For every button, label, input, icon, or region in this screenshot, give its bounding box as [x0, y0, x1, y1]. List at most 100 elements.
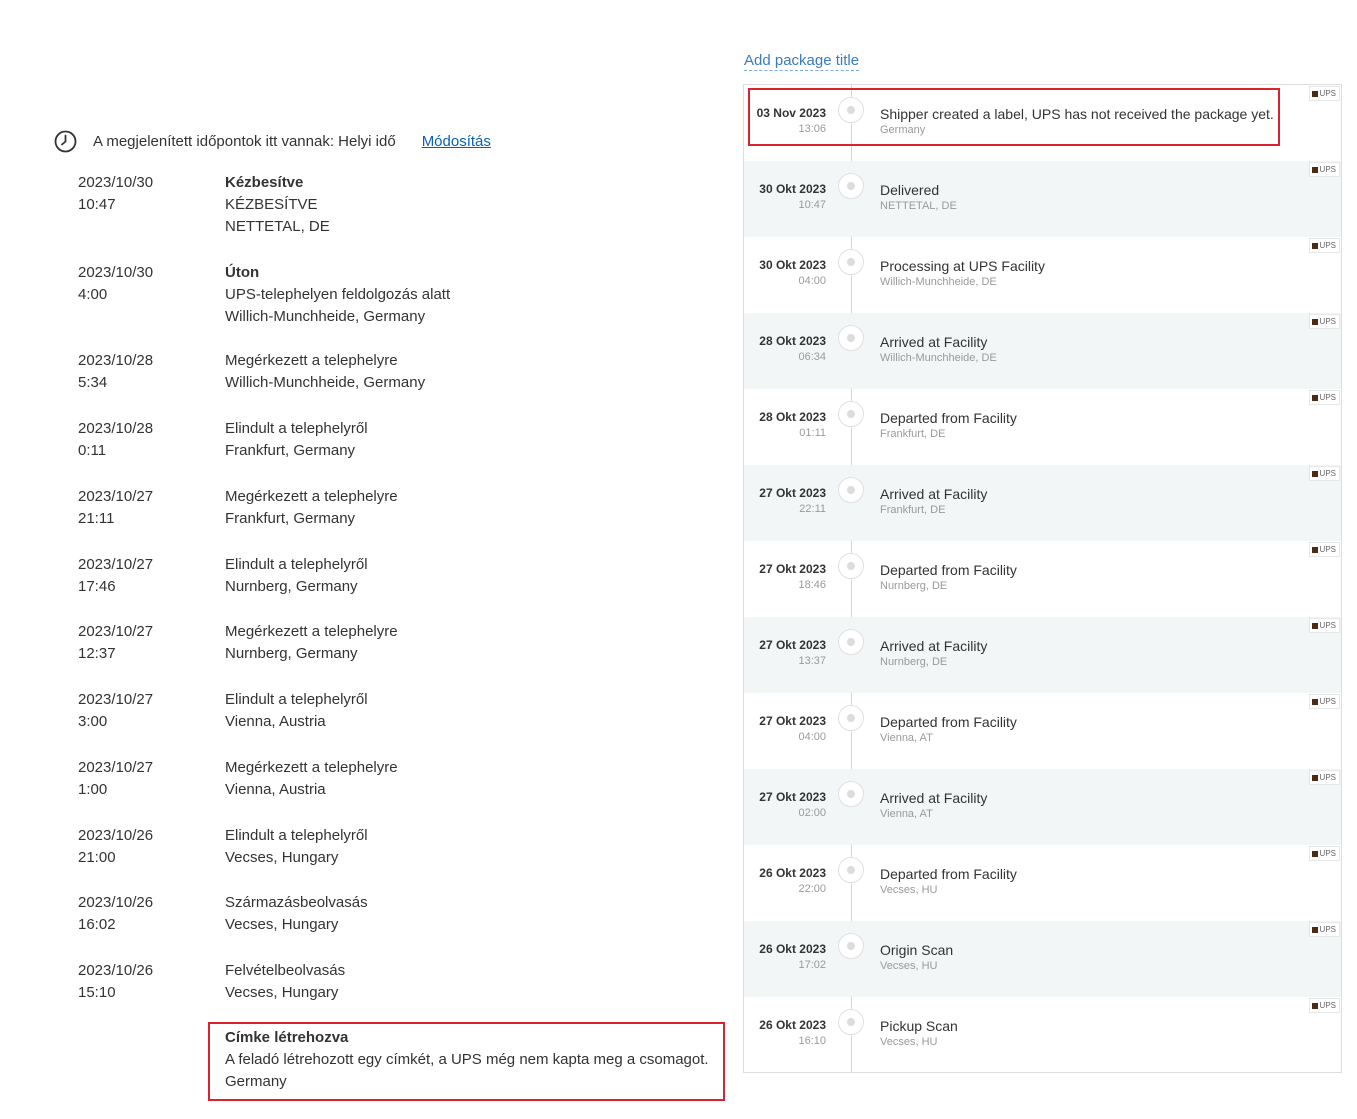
history-time: 21:11 — [78, 510, 115, 527]
event-date: 26 Okt 2023 — [759, 1018, 826, 1032]
timeline-event: 30 Okt 2023 10:47 Delivered NETTETAL, DE UPS — [744, 161, 1341, 237]
history-line2: Vecses, Hungary — [225, 849, 339, 866]
event-status: Departed from Facility — [880, 562, 1017, 578]
history-datetime: 2023/10/28 0:11 — [78, 418, 218, 462]
history-time: 5:34 — [78, 374, 108, 391]
history-line2: Nurnberg, Germany — [225, 578, 358, 595]
timezone-change-link[interactable]: Módosítás — [422, 133, 491, 150]
event-status: Arrived at Facility — [880, 790, 988, 806]
event-date: 27 Okt 2023 — [759, 790, 826, 804]
history-datetime: 2023/10/27 3:00 — [78, 689, 218, 733]
carrier-badge-label: UPS — [1319, 1001, 1336, 1010]
history-description: Megérkezett a telephelyre Frankfurt, Germ… — [225, 486, 725, 530]
history-description: Elindult a telephelyről Vienna, Austria — [225, 689, 725, 733]
timeline-dot-icon — [838, 933, 864, 959]
history-datetime: 2023/10/26 21:00 — [78, 825, 218, 869]
history-datetime: 2023/10/26 15:10 — [78, 960, 218, 1004]
history-line1: Elindult a telephelyről — [225, 420, 368, 437]
ups-tracking-history-panel: A megjelenített időpontok itt vannak: He… — [0, 0, 740, 1119]
history-date: 2023/10/26 — [78, 962, 154, 979]
event-time: 17:02 — [798, 959, 826, 971]
timezone-text: A megjelenített időpontok itt vannak: He… — [93, 132, 396, 150]
timeline-event: 28 Okt 2023 06:34 Arrived at Facility Willi… — [744, 313, 1341, 389]
ups-logo-icon — [1311, 166, 1318, 173]
event-date: 26 Okt 2023 — [759, 866, 826, 880]
history-line1: Megérkezett a telephelyre — [225, 488, 398, 505]
history-description: Elindult a telephelyről Nurnberg, Germany — [225, 554, 725, 598]
history-description: Megérkezett a telephelyre Vienna, Austria — [225, 757, 725, 801]
history-description: Kézbesítve KÉZBESÍTVE NETTETAL, DE — [225, 172, 725, 238]
history-date: 2023/10/27 — [78, 759, 154, 776]
history-line1: Úton — [225, 264, 260, 281]
history-date: 2023/10/27 — [78, 691, 154, 708]
event-time: 04:00 — [798, 731, 826, 743]
timeline-dot-icon — [838, 857, 864, 883]
history-line1: Elindult a telephelyről — [225, 827, 368, 844]
event-location: Frankfurt, DE — [880, 504, 946, 516]
carrier-badge: UPS — [1308, 390, 1340, 405]
ups-logo-icon — [1311, 318, 1318, 325]
event-location: Willich-Munchheide, DE — [880, 352, 997, 364]
add-package-title-link[interactable]: Add package title — [744, 52, 860, 71]
history-line2: KÉZBESÍTVE — [225, 196, 318, 213]
event-status: Arrived at Facility — [880, 486, 988, 502]
history-line2: Vienna, Austria — [225, 713, 326, 730]
event-time: 10:47 — [798, 199, 826, 211]
event-status: Pickup Scan — [880, 1018, 958, 1034]
timeline-dot-icon — [838, 401, 864, 427]
event-status: Departed from Facility — [880, 866, 1017, 882]
event-status: Origin Scan — [880, 942, 954, 958]
event-location: Nurnberg, DE — [880, 656, 948, 668]
history-time: 10:47 — [78, 196, 116, 213]
history-line1: Kézbesítve — [225, 174, 304, 191]
history-time: 4:00 — [78, 286, 108, 303]
event-status: Departed from Facility — [880, 714, 1017, 730]
history-date: 2023/10/27 — [78, 623, 154, 640]
carrier-badge: UPS — [1308, 314, 1340, 329]
event-date: 27 Okt 2023 — [759, 562, 826, 576]
timeline-event: 27 Okt 2023 04:00 Departed from Facility Vi… — [744, 693, 1341, 769]
history-description: Megérkezett a telephelyre Willich-Munchhe… — [225, 350, 725, 394]
carrier-badge: UPS — [1308, 998, 1340, 1013]
timeline-dot-icon — [838, 1009, 864, 1035]
history-line2: Nurnberg, Germany — [225, 645, 358, 662]
event-status: Departed from Facility — [880, 410, 1017, 426]
history-time: 17:46 — [78, 578, 116, 595]
history-datetime: 2023/10/27 21:11 — [78, 486, 218, 530]
carrier-badge-label: UPS — [1319, 621, 1336, 630]
event-date: 27 Okt 2023 — [759, 714, 826, 728]
history-line2: UPS-telephelyen feldolgozás alatt — [225, 286, 451, 303]
history-datetime: 2023/10/27 12:37 — [78, 621, 218, 665]
event-time: 01:11 — [799, 427, 826, 439]
event-time: 16:10 — [798, 1035, 826, 1047]
ups-logo-icon — [1311, 546, 1318, 553]
timeline-event: 26 Okt 2023 16:10 Pickup Scan Vecses, HU UPS — [744, 997, 1341, 1072]
ups-logo-icon — [1311, 926, 1318, 933]
ups-logo-icon — [1311, 850, 1318, 857]
history-line3: NETTETAL, DE — [225, 218, 330, 235]
timeline-dot-icon — [838, 705, 864, 731]
event-location: Frankfurt, DE — [880, 428, 946, 440]
ups-logo-icon — [1311, 698, 1318, 705]
event-date: 27 Okt 2023 — [759, 638, 826, 652]
history-datetime: 2023/10/30 4:00 — [78, 262, 218, 306]
history-description: Felvételbeolvasás Vecses, Hungary — [225, 960, 725, 1004]
timezone-row: A megjelenített időpontok itt vannak: He… — [54, 128, 491, 154]
history-date: 2023/10/27 — [78, 488, 154, 505]
event-date: 28 Okt 2023 — [759, 410, 826, 424]
carrier-badge-label: UPS — [1319, 925, 1336, 934]
timeline-event: 27 Okt 2023 18:46 Departed from Facility Nu… — [744, 541, 1341, 617]
timeline-event: 28 Okt 2023 01:11 Departed from Facility Fr… — [744, 389, 1341, 465]
history-date: 2023/10/26 — [78, 894, 154, 911]
history-datetime: 2023/10/28 5:34 — [78, 350, 218, 394]
history-line1: Megérkezett a telephelyre — [225, 759, 398, 776]
event-status: Delivered — [880, 182, 940, 198]
timeline-event: 26 Okt 2023 22:00 Departed from Facility Ve… — [744, 845, 1341, 921]
highlight-box-right — [748, 88, 1280, 146]
history-line2: Frankfurt, Germany — [225, 442, 356, 459]
history-time: 0:11 — [78, 442, 107, 459]
carrier-badge: UPS — [1308, 846, 1340, 861]
event-status: Arrived at Facility — [880, 334, 988, 350]
event-date: 30 Okt 2023 — [759, 258, 826, 272]
clock-icon — [54, 130, 77, 153]
